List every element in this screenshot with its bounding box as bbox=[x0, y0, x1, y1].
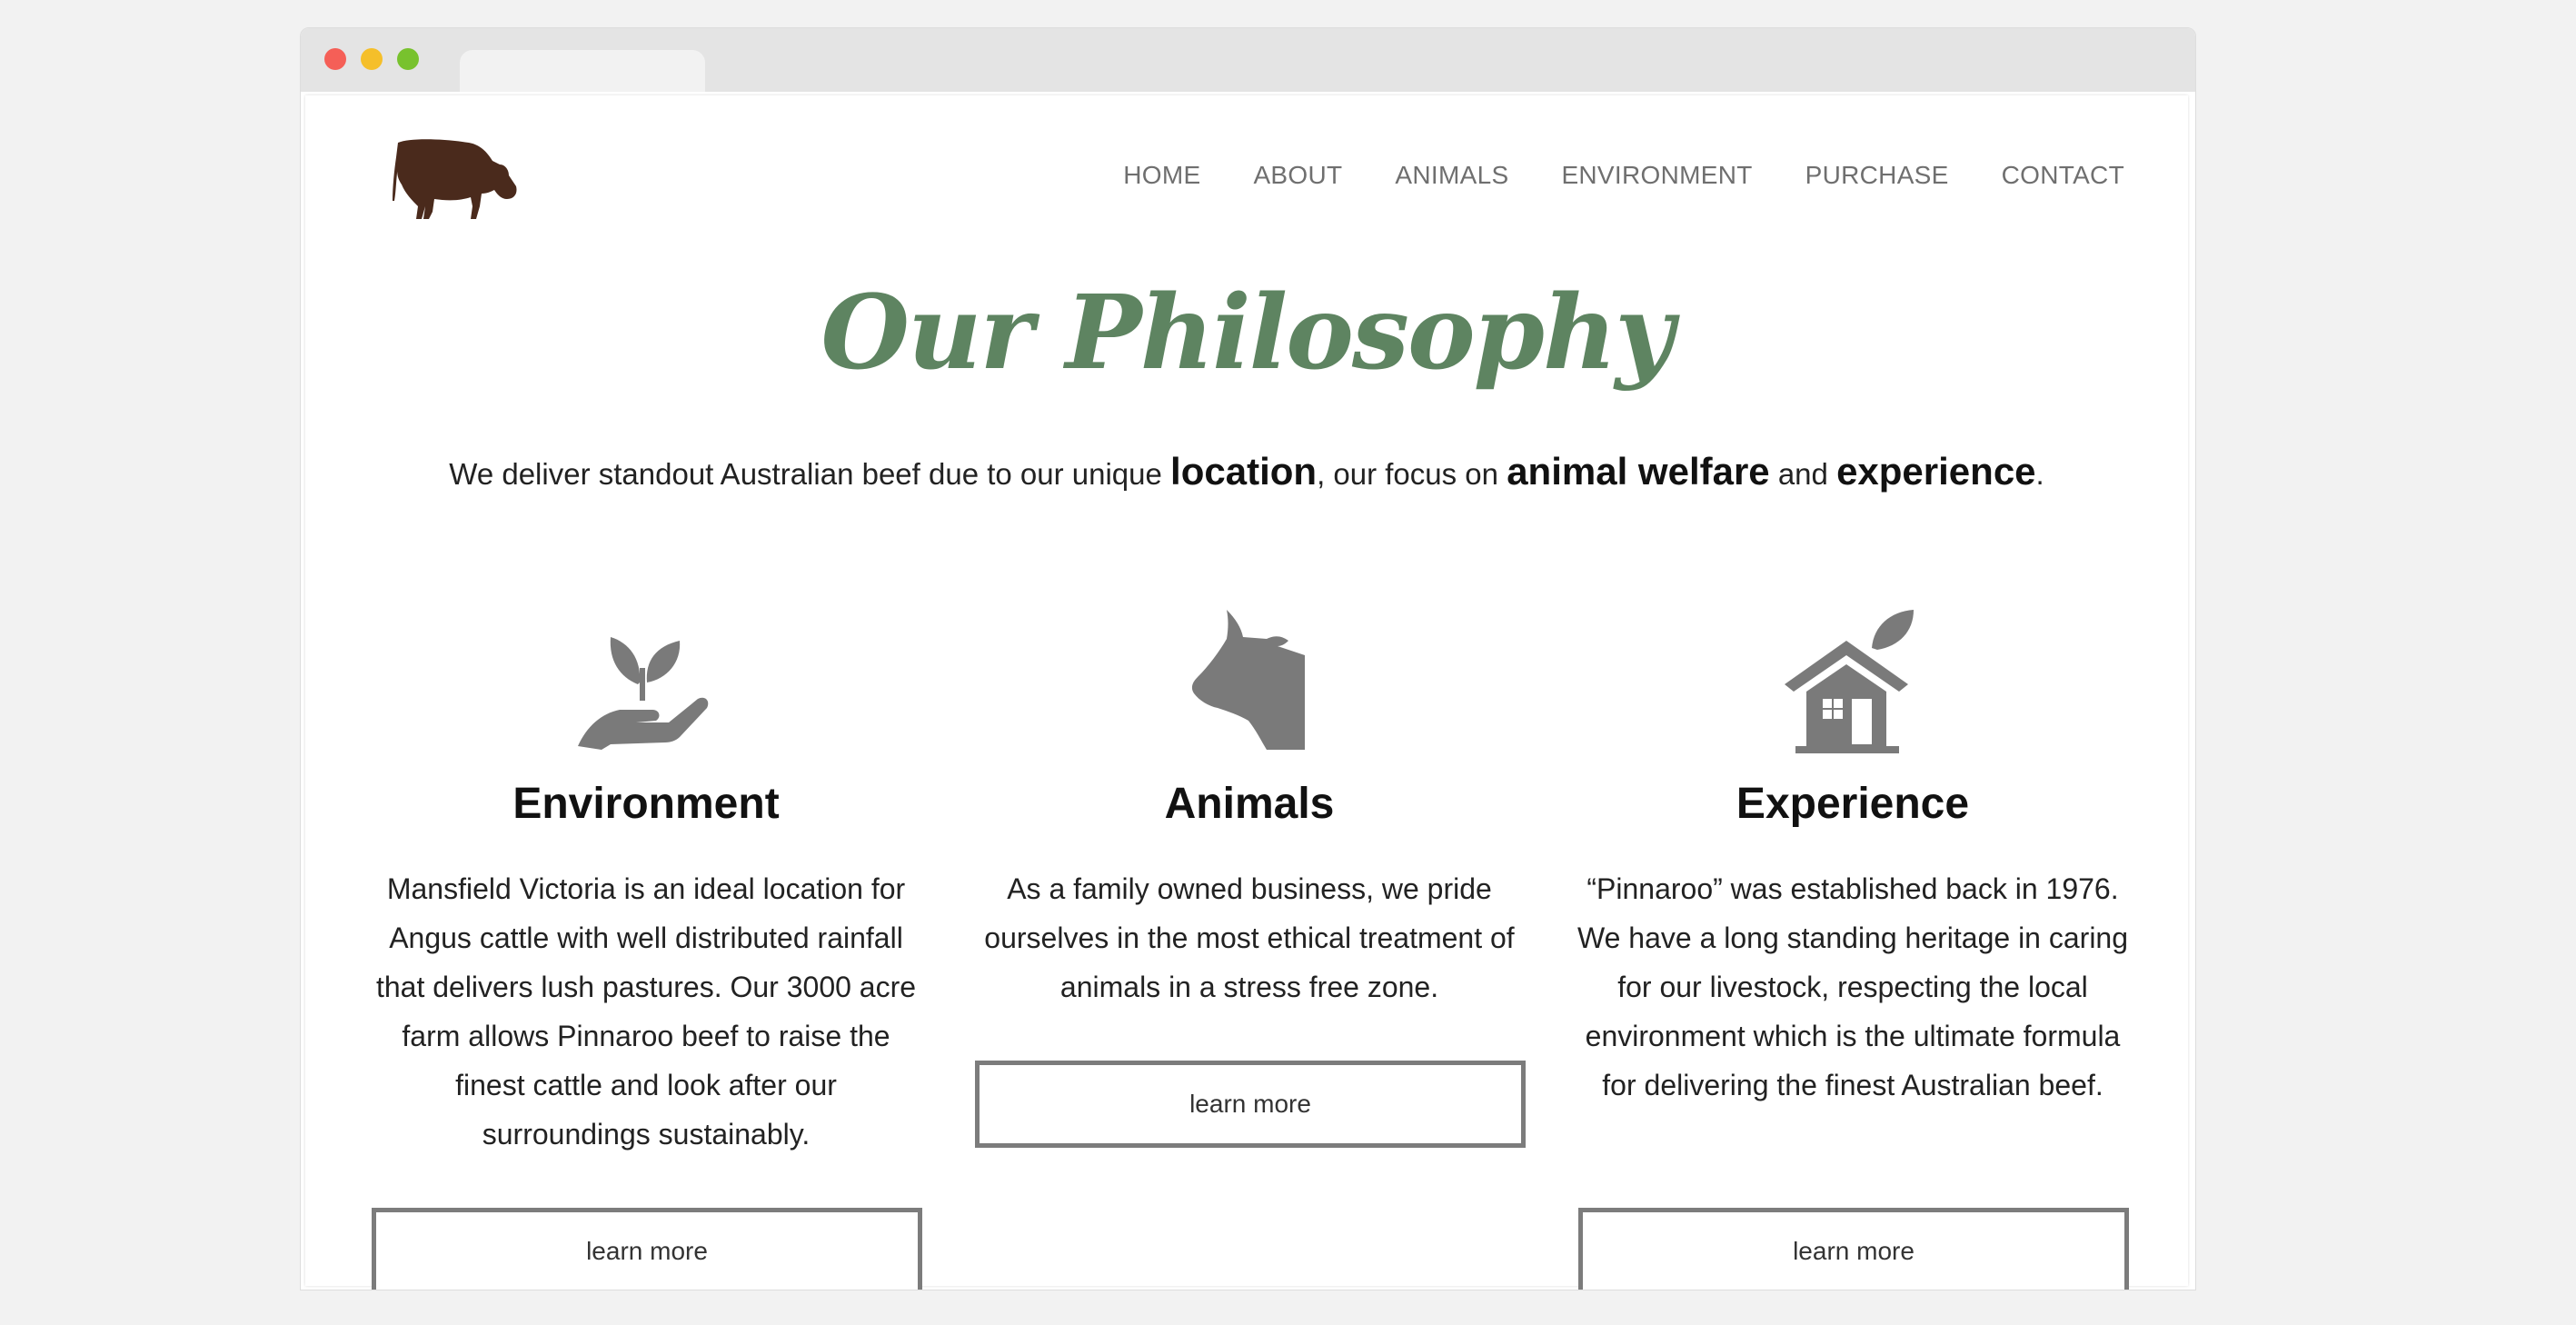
browser-titlebar bbox=[301, 28, 2195, 92]
animals-heading: Animals bbox=[1164, 780, 1335, 828]
animals-column: Animals As a family owned business, we p… bbox=[972, 604, 1527, 1011]
main-nav: HOME ABOUT ANIMALS ENVIRONMENT PURCHASE … bbox=[1123, 161, 2124, 190]
intro-welfare: animal welfare bbox=[1507, 450, 1770, 493]
environment-text: Mansfield Victoria is an ideal location … bbox=[375, 872, 917, 1151]
nav-environment[interactable]: ENVIRONMENT bbox=[1561, 161, 1752, 190]
experience-heading: Experience bbox=[1736, 780, 1970, 828]
intro-part-4: . bbox=[2035, 457, 2044, 491]
page-title: Our Philosophy bbox=[821, 274, 1674, 393]
environment-column: Environment Mansfield Victoria is an ide… bbox=[369, 604, 923, 1159]
intro-text: We deliver standout Australian beef due … bbox=[305, 450, 2188, 493]
cow-head-icon bbox=[1191, 610, 1305, 750]
animals-text: As a family owned business, we pride our… bbox=[984, 872, 1515, 1003]
minimize-window-button[interactable] bbox=[361, 48, 383, 70]
plant-in-hand-icon bbox=[578, 637, 709, 750]
browser-tab[interactable] bbox=[460, 50, 705, 92]
maximize-window-button[interactable] bbox=[397, 48, 419, 70]
environment-heading: Environment bbox=[512, 780, 780, 828]
nav-animals[interactable]: ANIMALS bbox=[1395, 161, 1508, 190]
intro-part-2: , our focus on bbox=[1317, 457, 1507, 491]
animals-learn-more-button[interactable]: learn more bbox=[975, 1061, 1526, 1148]
cow-logo-icon[interactable] bbox=[393, 134, 520, 221]
intro-location: location bbox=[1170, 450, 1318, 493]
environment-learn-more-button[interactable]: learn more bbox=[372, 1208, 922, 1290]
nav-purchase[interactable]: PURCHASE bbox=[1805, 161, 1949, 190]
intro-experience: experience bbox=[1836, 450, 2036, 493]
nav-about[interactable]: ABOUT bbox=[1253, 161, 1342, 190]
house-leaf-icon bbox=[1785, 610, 1914, 753]
experience-text: “Pinnaroo” was established back in 1976.… bbox=[1576, 872, 2129, 1101]
experience-learn-more-button[interactable]: learn more bbox=[1578, 1208, 2129, 1290]
nav-contact[interactable]: CONTACT bbox=[2002, 161, 2124, 190]
web-page: HOME ABOUT ANIMALS ENVIRONMENT PURCHASE … bbox=[305, 95, 2188, 1290]
close-window-button[interactable] bbox=[324, 48, 346, 70]
experience-column: Experience “Pinnaroo” was established ba… bbox=[1576, 604, 2130, 1110]
nav-home[interactable]: HOME bbox=[1123, 161, 1200, 190]
browser-window: HOME ABOUT ANIMALS ENVIRONMENT PURCHASE … bbox=[300, 27, 2196, 1290]
intro-part-1: We deliver standout Australian beef due … bbox=[449, 457, 1171, 491]
intro-part-3: and bbox=[1769, 457, 1837, 491]
